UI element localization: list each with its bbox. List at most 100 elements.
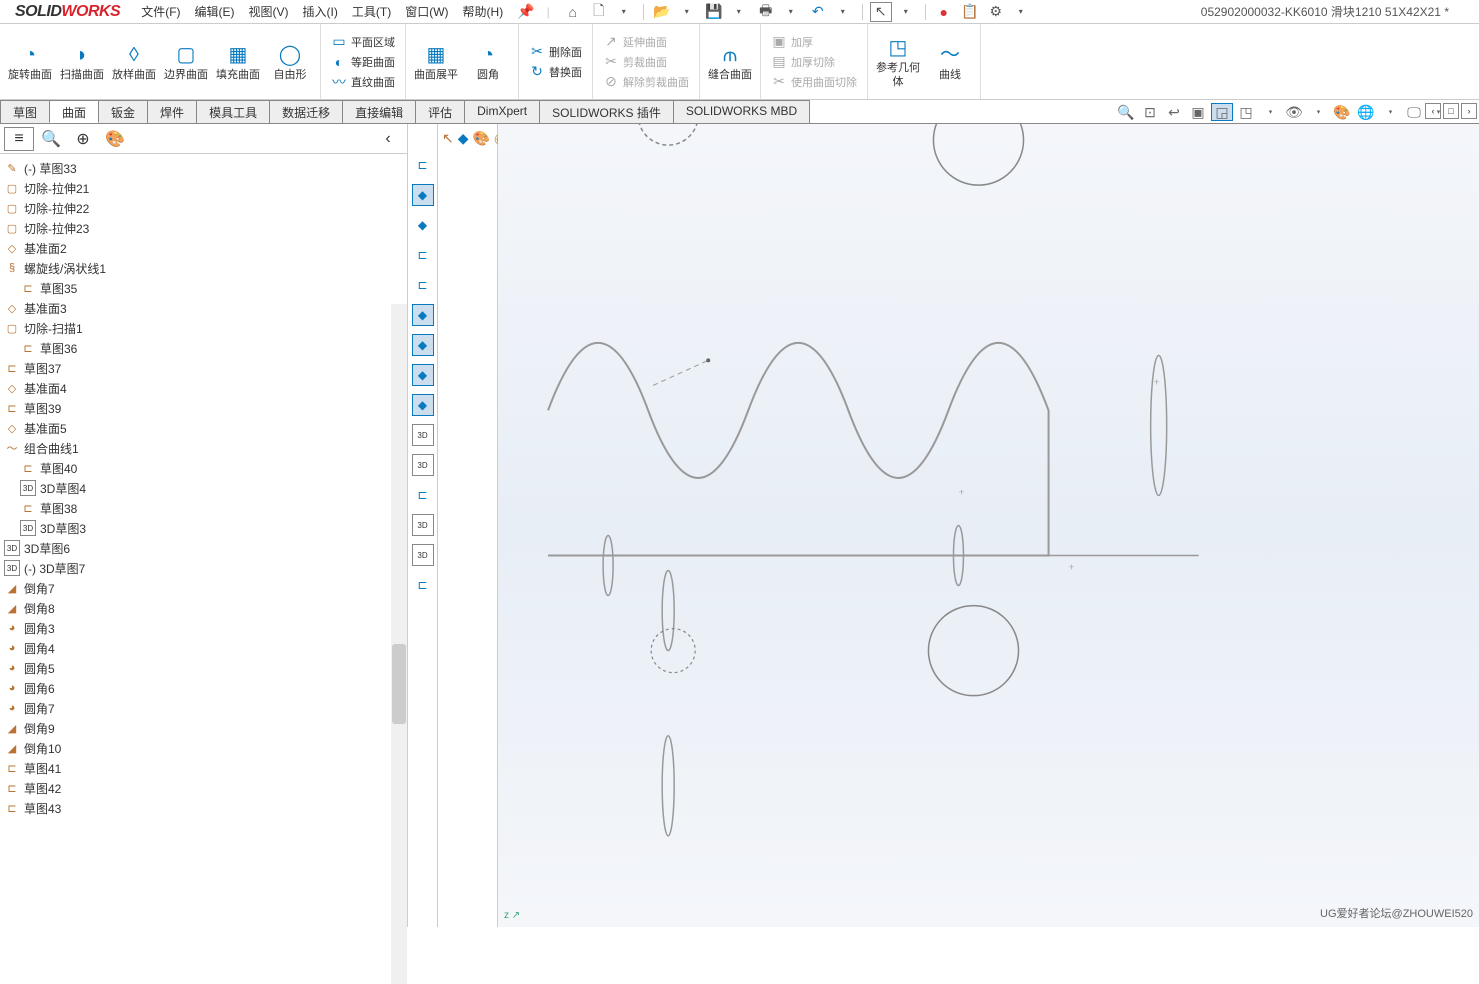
menu-6[interactable]: 帮助(H) [457, 0, 510, 23]
tree-item[interactable]: ▢切除-拉伸21 [0, 178, 407, 198]
tree-item[interactable]: ▢切除-拉伸22 [0, 198, 407, 218]
rollback-marker[interactable]: ◆ [412, 394, 434, 416]
rollback-marker[interactable]: ⊏ [412, 274, 434, 296]
view-orient-icon[interactable]: ◲ [1211, 103, 1233, 121]
tab-4[interactable]: 模具工具 [196, 100, 270, 123]
open-icon[interactable]: 📂 [651, 2, 673, 22]
tree-item[interactable]: ⊏草图37 [0, 358, 407, 378]
menu-2[interactable]: 视图(V) [243, 0, 295, 23]
collapse-icon[interactable]: ‹ [1425, 103, 1441, 119]
rollback-marker[interactable]: 3D [412, 544, 434, 566]
tree-item[interactable]: ▢切除-拉伸23 [0, 218, 407, 238]
ribbon-rg8-1[interactable]: 〜曲线 [926, 26, 974, 97]
tab-0[interactable]: 草图 [0, 100, 50, 123]
tree-item[interactable]: ⊏草图41 [0, 758, 407, 778]
property-tab-icon[interactable]: 🔍 [36, 127, 66, 151]
tree-item[interactable]: §螺旋线/涡状线1 [0, 258, 407, 278]
ribbon-rg1-0[interactable]: ◔旋转曲面 [6, 26, 54, 97]
tree-item[interactable]: ◕圆角5 [0, 658, 407, 678]
tree-item[interactable]: ◇基准面4 [0, 378, 407, 398]
scene-dropdown[interactable] [1379, 103, 1401, 121]
collapse-arrow-icon[interactable]: ‹ [373, 127, 403, 151]
select-tool-icon[interactable]: ↖ [442, 128, 454, 148]
menu-0[interactable]: 文件(F) [135, 0, 186, 23]
expand-icon[interactable]: □ [1443, 103, 1459, 119]
tab-8[interactable]: DimXpert [464, 100, 540, 123]
ribbon-rg4c-0[interactable]: ✂删除面 [525, 42, 586, 62]
rollback-marker[interactable]: 3D [412, 454, 434, 476]
hideshow-dropdown[interactable] [1307, 103, 1329, 121]
ribbon-rg8-0[interactable]: ◳参考几何体 [874, 26, 922, 97]
tree-item[interactable]: ◢倒角7 [0, 578, 407, 598]
tree-item[interactable]: ⊏草图39 [0, 398, 407, 418]
select-icon[interactable]: ↖ [870, 2, 892, 22]
appearance-icon[interactable]: 🎨 [1331, 103, 1353, 121]
rollback-marker[interactable]: ⊏ [412, 484, 434, 506]
new-icon[interactable]: 🗋 [588, 2, 610, 22]
close-pane-icon[interactable]: › [1461, 103, 1477, 119]
tree-item[interactable]: ✎(-) 草图33 [0, 158, 407, 178]
tab-2[interactable]: 钣金 [98, 100, 148, 123]
appearance-tab-icon[interactable]: 🎨 [100, 127, 130, 151]
rollback-marker[interactable]: ◆ [412, 184, 434, 206]
tree-item[interactable]: ⊏草图43 [0, 798, 407, 818]
display-dropdown[interactable] [1259, 103, 1281, 121]
save-icon[interactable]: 💾 [703, 2, 725, 22]
rollback-marker[interactable]: ◆ [412, 364, 434, 386]
rollback-marker[interactable]: ◆ [412, 214, 434, 236]
rollback-marker[interactable]: ⊏ [412, 154, 434, 176]
tree-item[interactable]: ▢切除-扫描1 [0, 318, 407, 338]
ribbon-rg2c-1[interactable]: ◐等距曲面 [327, 52, 399, 72]
ribbon-rg2c-2[interactable]: 〰直纹曲面 [327, 72, 399, 92]
rollback-marker[interactable]: ◆ [412, 304, 434, 326]
scene-icon[interactable]: 🌐 [1355, 103, 1377, 121]
sketch-tool-icon[interactable]: ◆ [458, 128, 469, 148]
tree-item[interactable]: 3D3D草图4 [0, 478, 407, 498]
tree-item[interactable]: 3D3D草图3 [0, 518, 407, 538]
ribbon-rg6-0[interactable]: ⫙缝合曲面 [706, 26, 754, 97]
tree-item[interactable]: ◢倒角9 [0, 718, 407, 738]
tab-5[interactable]: 数据迁移 [269, 100, 343, 123]
undo-dropdown[interactable] [833, 2, 855, 22]
pin-icon[interactable]: 📌 [509, 3, 542, 20]
tab-3[interactable]: 焊件 [147, 100, 197, 123]
scroll-thumb[interactable] [392, 644, 406, 724]
settings-dropdown[interactable] [1011, 2, 1033, 22]
config-tab-icon[interactable]: ⊕ [68, 127, 98, 151]
rollback-marker[interactable]: ◆ [412, 334, 434, 356]
tree-item[interactable]: ◇基准面2 [0, 238, 407, 258]
tab-10[interactable]: SOLIDWORKS MBD [673, 100, 810, 123]
tree-item[interactable]: ◕圆角3 [0, 618, 407, 638]
ribbon-rg1-2[interactable]: ◊放样曲面 [110, 26, 158, 97]
settings-icon[interactable]: ⚙ [985, 2, 1007, 22]
rollback-marker[interactable]: ⊏ [412, 574, 434, 596]
options-icon[interactable]: 📋 [959, 2, 981, 22]
tab-1[interactable]: 曲面 [49, 100, 99, 123]
tree-item[interactable]: 〜组合曲线1 [0, 438, 407, 458]
ribbon-rg1-5[interactable]: ◯自由形 [266, 26, 314, 97]
zoom-area-icon[interactable]: ⊡ [1139, 103, 1161, 121]
tree-item[interactable]: ◕圆角7 [0, 698, 407, 718]
rebuild-icon[interactable]: ● [933, 2, 955, 22]
new-dropdown[interactable] [614, 2, 636, 22]
zoom-fit-icon[interactable]: 🔍 [1115, 103, 1137, 121]
tab-7[interactable]: 评估 [415, 100, 465, 123]
tree-item[interactable]: ◕圆角6 [0, 678, 407, 698]
tab-6[interactable]: 直接编辑 [342, 100, 416, 123]
print-icon[interactable]: 🖶 [755, 2, 777, 22]
tree-item[interactable]: ◢倒角10 [0, 738, 407, 758]
tree-item[interactable]: ⊏草图35 [0, 278, 407, 298]
open-dropdown[interactable] [677, 2, 699, 22]
menu-4[interactable]: 工具(T) [346, 0, 397, 23]
ribbon-rg4c-1[interactable]: ↻替换面 [525, 62, 586, 82]
ribbon-rg1-4[interactable]: ▦填充曲面 [214, 26, 262, 97]
home-icon[interactable]: ⌂ [562, 2, 584, 22]
rollback-marker[interactable]: 3D [412, 514, 434, 536]
tree-item[interactable]: ⊏草图42 [0, 778, 407, 798]
feature-tab-icon[interactable]: ≡ [4, 127, 34, 151]
ribbon-rg1-3[interactable]: ▢边界曲面 [162, 26, 210, 97]
hide-show-icon[interactable]: 👁 [1283, 103, 1305, 121]
rollback-marker[interactable]: ⊏ [412, 244, 434, 266]
tree-item[interactable]: ◇基准面5 [0, 418, 407, 438]
scrollbar[interactable] [391, 304, 407, 984]
